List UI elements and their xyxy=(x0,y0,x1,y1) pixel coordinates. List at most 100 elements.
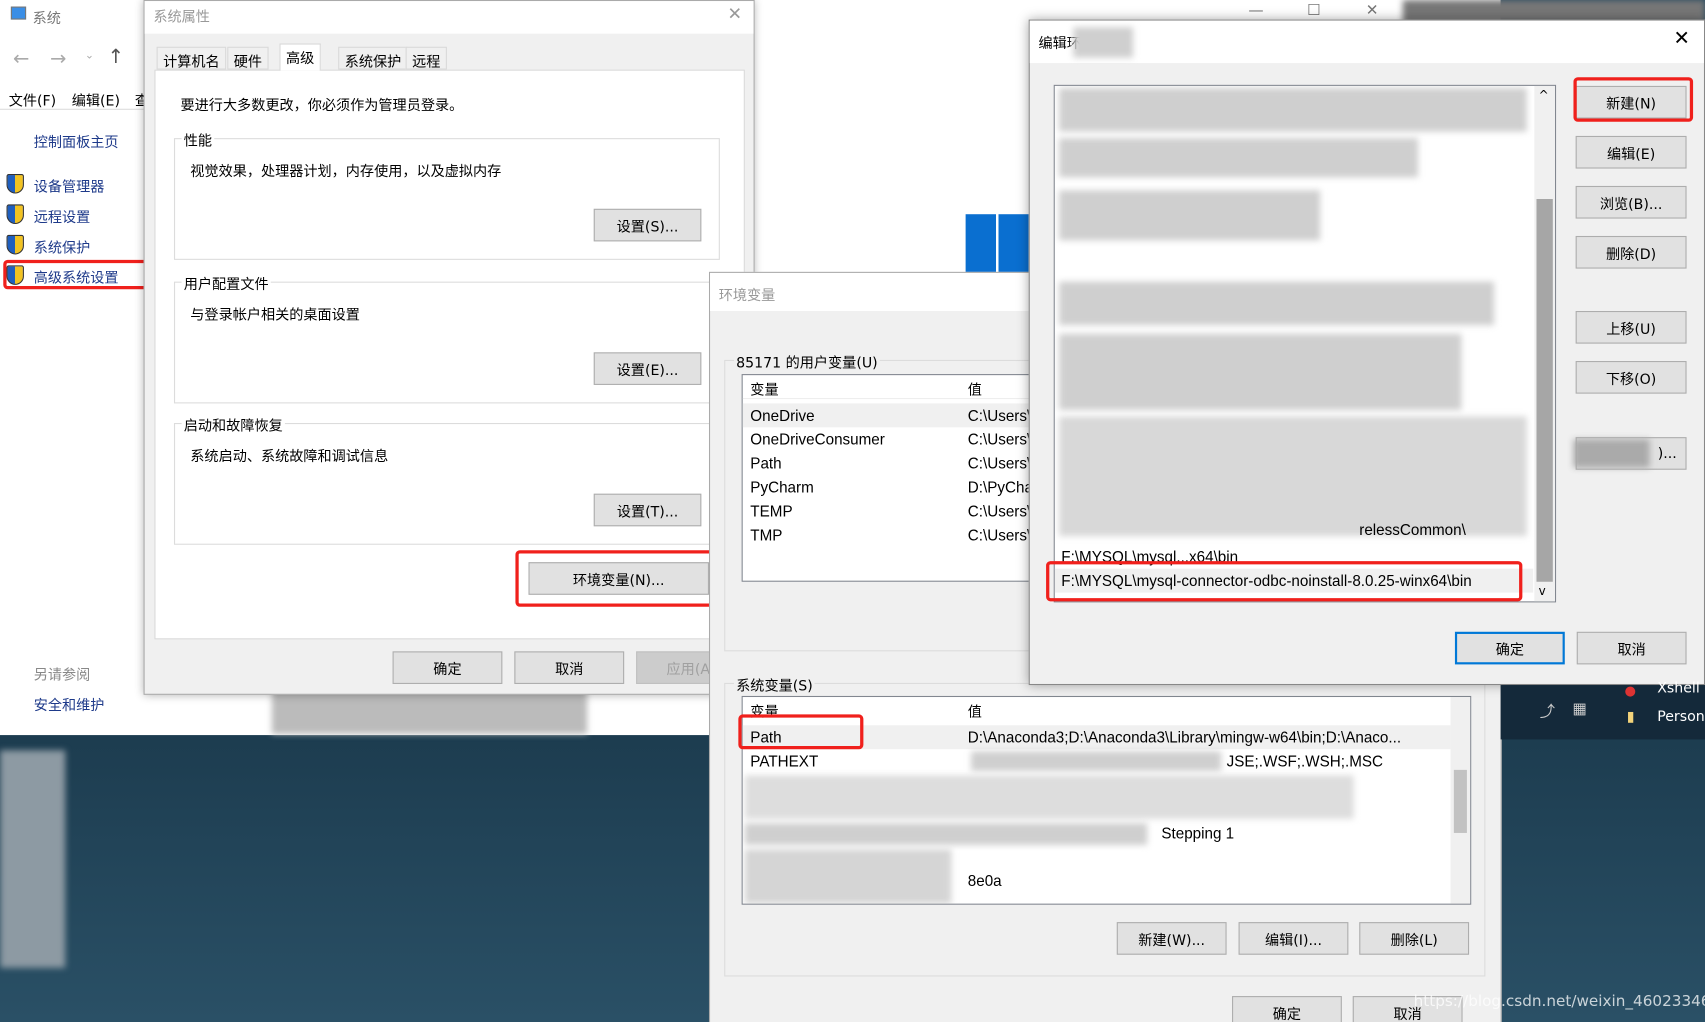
column-value[interactable]: 值 xyxy=(968,700,982,721)
blurred-region xyxy=(744,823,1148,845)
xshell-icon: ● xyxy=(1624,682,1636,699)
blurred-region xyxy=(971,751,1222,771)
title-bar xyxy=(144,1,754,34)
ok-button[interactable]: 确定 xyxy=(1232,996,1342,1022)
delete-entry-button[interactable]: 删除(D) xyxy=(1575,235,1687,269)
tab-panel: 要进行大多数更改，你必须作为管理员登录。 性能 视觉效果，处理器计划，内存使用，… xyxy=(154,69,745,640)
menu-file[interactable]: 文件(F) xyxy=(9,89,56,110)
dialog-title: 环境变量 xyxy=(718,288,776,305)
system-properties-dialog: 系统属性 ✕ 计算机名 硬件 高级 系统保护 远程 要进行大多数更改，你必须作为… xyxy=(143,0,755,695)
scroll-down-icon[interactable]: v xyxy=(1539,584,1546,598)
group-label: 用户配置文件 xyxy=(181,272,271,294)
blurred-region xyxy=(1059,138,1418,178)
nav-remote[interactable]: 远程设置 xyxy=(34,206,91,226)
highlight-box xyxy=(738,714,864,750)
new-system-variable-button[interactable]: 新建(W)... xyxy=(1116,922,1227,955)
up-icon[interactable]: ↑ xyxy=(108,46,124,69)
blurred-region xyxy=(1073,27,1134,58)
minimize-button[interactable]: — xyxy=(1248,2,1263,19)
screen: 系统 ← → ⌄ ↑ 文件(F) 编辑(E) 查 控制面板主页 设备管理器 远程… xyxy=(0,0,1705,1022)
edit-entry-button[interactable]: 编辑(E) xyxy=(1575,135,1687,169)
blurred-region xyxy=(1059,190,1321,241)
highlight-box xyxy=(1046,561,1523,602)
ok-button[interactable]: 确定 xyxy=(392,651,503,684)
watermark: https://blog.csdn.net/weixin_46023346 xyxy=(1413,992,1705,1011)
move-down-button[interactable]: 下移(O) xyxy=(1575,361,1687,394)
scrollbar-thumb[interactable] xyxy=(1536,198,1553,582)
taskbar-person[interactable]: Person xyxy=(1657,709,1705,725)
profile-settings-button[interactable]: 设置(E)... xyxy=(593,352,702,385)
delete-system-variable-button[interactable]: 删除(L) xyxy=(1359,922,1470,955)
startup-settings-button[interactable]: 设置(T)... xyxy=(593,493,702,527)
file-icon: ▮ xyxy=(1626,708,1635,726)
group-label: 启动和故障恢复 xyxy=(181,414,285,435)
blurred-region xyxy=(744,849,952,904)
scrollbar[interactable] xyxy=(1450,697,1471,904)
see-also-label: 另请参阅 xyxy=(33,667,91,684)
scrollbar-thumb[interactable] xyxy=(1453,769,1467,833)
group-desc: 视觉效果，处理器计划，内存使用，以及虚拟内存 xyxy=(190,164,502,181)
chevron-down-icon[interactable]: ⌄ xyxy=(85,50,94,62)
scrollbar[interactable]: ^ v xyxy=(1534,85,1555,602)
admin-note: 要进行大多数更改，你必须作为管理员登录。 xyxy=(180,97,464,115)
cancel-button[interactable]: 取消 xyxy=(514,651,625,684)
column-value[interactable]: 值 xyxy=(968,378,982,399)
menu-edit[interactable]: 编辑(E) xyxy=(72,89,120,110)
desktop-icons-blurred xyxy=(0,750,66,968)
share-icon[interactable]: ⤴ xyxy=(1540,700,1555,722)
close-icon[interactable]: ✕ xyxy=(727,3,742,24)
scroll-up-icon[interactable]: ^ xyxy=(1539,88,1549,102)
maximize-button[interactable]: ☐ xyxy=(1307,2,1321,19)
blurred-region xyxy=(1059,88,1527,132)
shield-icon xyxy=(6,234,24,255)
highlight-box xyxy=(515,550,714,607)
partial-entry: relessCommon\ xyxy=(1359,520,1466,539)
nav-security[interactable]: 安全和维护 xyxy=(34,694,105,714)
blurred-region xyxy=(1059,416,1527,537)
nav-home[interactable]: 控制面板主页 xyxy=(34,130,119,151)
tab-computer-name[interactable]: 计算机名 xyxy=(156,46,227,71)
user-profiles-group: 用户配置文件 与登录帐户相关的桌面设置 设置(E)... xyxy=(173,272,720,404)
highlight-box xyxy=(1573,77,1694,122)
taskbar: ⤴ ▦ ● Xshell ▮ Person xyxy=(1500,681,1705,740)
blurred-region xyxy=(744,775,1354,819)
forward-icon[interactable]: → xyxy=(50,48,66,71)
browse-button[interactable]: 浏览(B)... xyxy=(1575,185,1687,219)
highlight-box xyxy=(3,259,149,290)
performance-group: 性能 视觉效果，处理器计划，内存使用，以及虚拟内存 设置(S)... xyxy=(173,129,720,260)
move-up-button[interactable]: 上移(U) xyxy=(1575,310,1687,344)
close-icon[interactable]: ✕ xyxy=(1674,27,1690,50)
ok-button[interactable]: 确定 xyxy=(1454,631,1565,665)
shield-icon xyxy=(6,173,24,194)
nav-protection[interactable]: 系统保护 xyxy=(34,236,91,256)
windows-logo xyxy=(965,214,1029,273)
tab-system-protection[interactable]: 系统保护 xyxy=(338,46,408,71)
performance-settings-button[interactable]: 设置(S)... xyxy=(593,208,702,242)
path-entries-list[interactable]: relessCommon\ F:\MYSQL\mysql...x64\bin F… xyxy=(1053,84,1557,603)
taskbar-xshell[interactable]: Xshell xyxy=(1657,681,1700,697)
blurred-region xyxy=(1059,333,1462,410)
close-button[interactable]: ✕ xyxy=(1366,2,1379,19)
tab-advanced[interactable]: 高级 xyxy=(279,43,321,71)
window-title: 系统 xyxy=(32,10,61,28)
group-label: 85171 的用户变量(U) xyxy=(733,351,880,372)
qr-code-icon[interactable]: ▦ xyxy=(1572,700,1586,717)
nav-device-manager[interactable]: 设备管理器 xyxy=(34,175,105,195)
back-icon[interactable]: ← xyxy=(13,48,29,71)
blurred-region xyxy=(1059,281,1495,326)
dialog-title: 系统属性 xyxy=(153,9,210,27)
cancel-button[interactable]: 取消 xyxy=(1576,631,1687,665)
group-desc: 系统启动、系统故障和调试信息 xyxy=(190,449,389,466)
group-label: 系统变量(S) xyxy=(733,674,815,695)
column-variable[interactable]: 变量 xyxy=(750,378,778,399)
system-icon xyxy=(10,6,27,20)
group-label: 性能 xyxy=(181,129,215,151)
shield-icon xyxy=(6,204,24,225)
tab-remote[interactable]: 远程 xyxy=(405,46,447,71)
group-desc: 与登录帐户相关的桌面设置 xyxy=(190,307,360,325)
blurred-region xyxy=(1573,439,1650,468)
edit-environment-variable-dialog: 编辑环 ✕ relessCommon\ F:\MYSQL\mysql...x64… xyxy=(1028,19,1705,686)
startup-recovery-group: 启动和故障恢复 系统启动、系统故障和调试信息 设置(T)... xyxy=(173,414,720,545)
tab-hardware[interactable]: 硬件 xyxy=(227,46,269,71)
edit-system-variable-button[interactable]: 编辑(I)... xyxy=(1238,922,1349,955)
